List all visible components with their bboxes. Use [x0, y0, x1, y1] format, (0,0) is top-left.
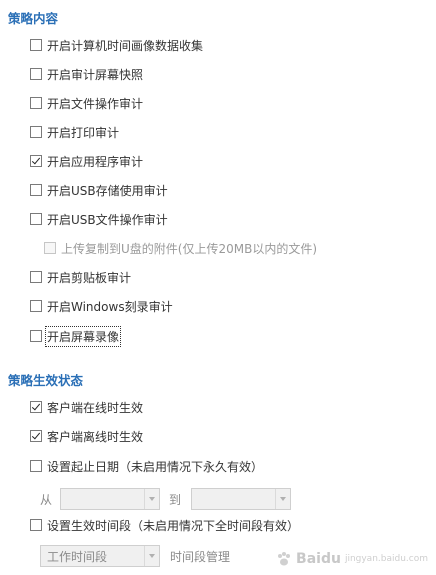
option-upload-usb-attachments: 上传复制到U盘的附件(仅上传20MB以内的文件): [44, 238, 317, 258]
watermark-sub: jingyan.baidu.com: [344, 554, 428, 564]
checkbox[interactable]: [30, 68, 42, 80]
option-windows-burn-audit[interactable]: 开启Windows刻录审计: [30, 296, 173, 316]
option-label: 设置起止日期（未启用情况下永久有效）: [47, 459, 264, 474]
option-label: 开启打印审计: [47, 125, 120, 140]
checkbox-checked[interactable]: [30, 155, 42, 167]
option-file-audit[interactable]: 开启文件操作审计: [30, 93, 143, 113]
option-screen-snapshot[interactable]: 开启审计屏幕快照: [30, 64, 143, 84]
end-date-select[interactable]: [191, 488, 292, 510]
chevron-down-icon: [149, 497, 156, 501]
option-print-audit[interactable]: 开启打印审计: [30, 122, 119, 142]
dropdown-button[interactable]: [275, 489, 290, 509]
option-label: 开启USB存储使用审计: [47, 183, 168, 198]
option-label: 客户端离线时生效: [47, 429, 144, 444]
section-title-policy-content: 策略内容: [8, 11, 59, 26]
checkbox[interactable]: [30, 184, 42, 196]
time-period-manage-link[interactable]: 时间段管理: [170, 548, 230, 565]
option-label: 开启Windows刻录审计: [47, 299, 173, 314]
option-label: 开启审计屏幕快照: [47, 67, 144, 82]
checkbox[interactable]: [30, 271, 42, 283]
watermark-brand: Baidu: [296, 551, 341, 567]
option-label: 上传复制到U盘的附件(仅上传20MB以内的文件): [61, 241, 318, 256]
date-range-row: 从 到: [40, 487, 292, 511]
option-app-audit[interactable]: 开启应用程序审计: [30, 151, 143, 171]
option-usb-file-audit[interactable]: 开启USB文件操作审计: [30, 209, 168, 229]
option-label: 开启屏幕录像: [44, 325, 122, 347]
option-screen-recording[interactable]: 开启屏幕录像: [30, 325, 122, 347]
option-offline-effective[interactable]: 客户端离线时生效: [30, 426, 143, 446]
watermark: Baidu jingyan.baidu.com: [276, 551, 428, 567]
option-label: 开启文件操作审计: [47, 96, 144, 111]
checkbox[interactable]: [30, 330, 42, 342]
time-period-row: 工作时间段 时间段管理: [40, 544, 230, 568]
from-label: 从: [40, 492, 53, 507]
option-label: 开启USB文件操作审计: [47, 212, 168, 227]
option-time-portrait[interactable]: 开启计算机时间画像数据收集: [30, 35, 203, 55]
section-title-effective-status: 策略生效状态: [8, 373, 84, 388]
option-clipboard-audit[interactable]: 开启剪贴板审计: [30, 267, 131, 287]
start-date-select[interactable]: [60, 488, 161, 510]
option-set-time-period[interactable]: 设置生效时间段（未启用情况下全时间段有效）: [30, 515, 299, 535]
option-online-effective[interactable]: 客户端在线时生效: [30, 397, 143, 417]
option-label: 开启计算机时间画像数据收集: [47, 38, 204, 53]
option-label: 开启剪贴板审计: [47, 270, 132, 285]
option-label: 开启应用程序审计: [47, 154, 144, 169]
checkbox[interactable]: [30, 97, 42, 109]
chevron-down-icon: [149, 554, 155, 558]
checkbox-disabled: [44, 242, 56, 254]
option-usb-storage-audit[interactable]: 开启USB存储使用审计: [30, 180, 168, 200]
to-label: 到: [169, 492, 182, 507]
option-label: 设置生效时间段（未启用情况下全时间段有效）: [47, 518, 300, 533]
time-period-value: 工作时间段: [47, 549, 108, 564]
time-period-select[interactable]: 工作时间段: [40, 545, 160, 567]
option-set-date-range[interactable]: 设置起止日期（未启用情况下永久有效）: [30, 456, 263, 476]
dropdown-button[interactable]: [144, 546, 159, 566]
checkbox[interactable]: [30, 300, 42, 312]
chevron-down-icon: [280, 497, 287, 501]
checkbox[interactable]: [30, 126, 42, 138]
checkbox[interactable]: [30, 460, 42, 472]
paw-icon: [278, 552, 291, 566]
checkbox[interactable]: [30, 519, 42, 531]
checkbox[interactable]: [30, 213, 42, 225]
checkbox-checked[interactable]: [30, 401, 42, 413]
dropdown-button[interactable]: [144, 489, 159, 509]
option-label: 客户端在线时生效: [47, 400, 144, 415]
checkbox[interactable]: [30, 39, 42, 51]
checkbox-checked[interactable]: [30, 430, 42, 442]
